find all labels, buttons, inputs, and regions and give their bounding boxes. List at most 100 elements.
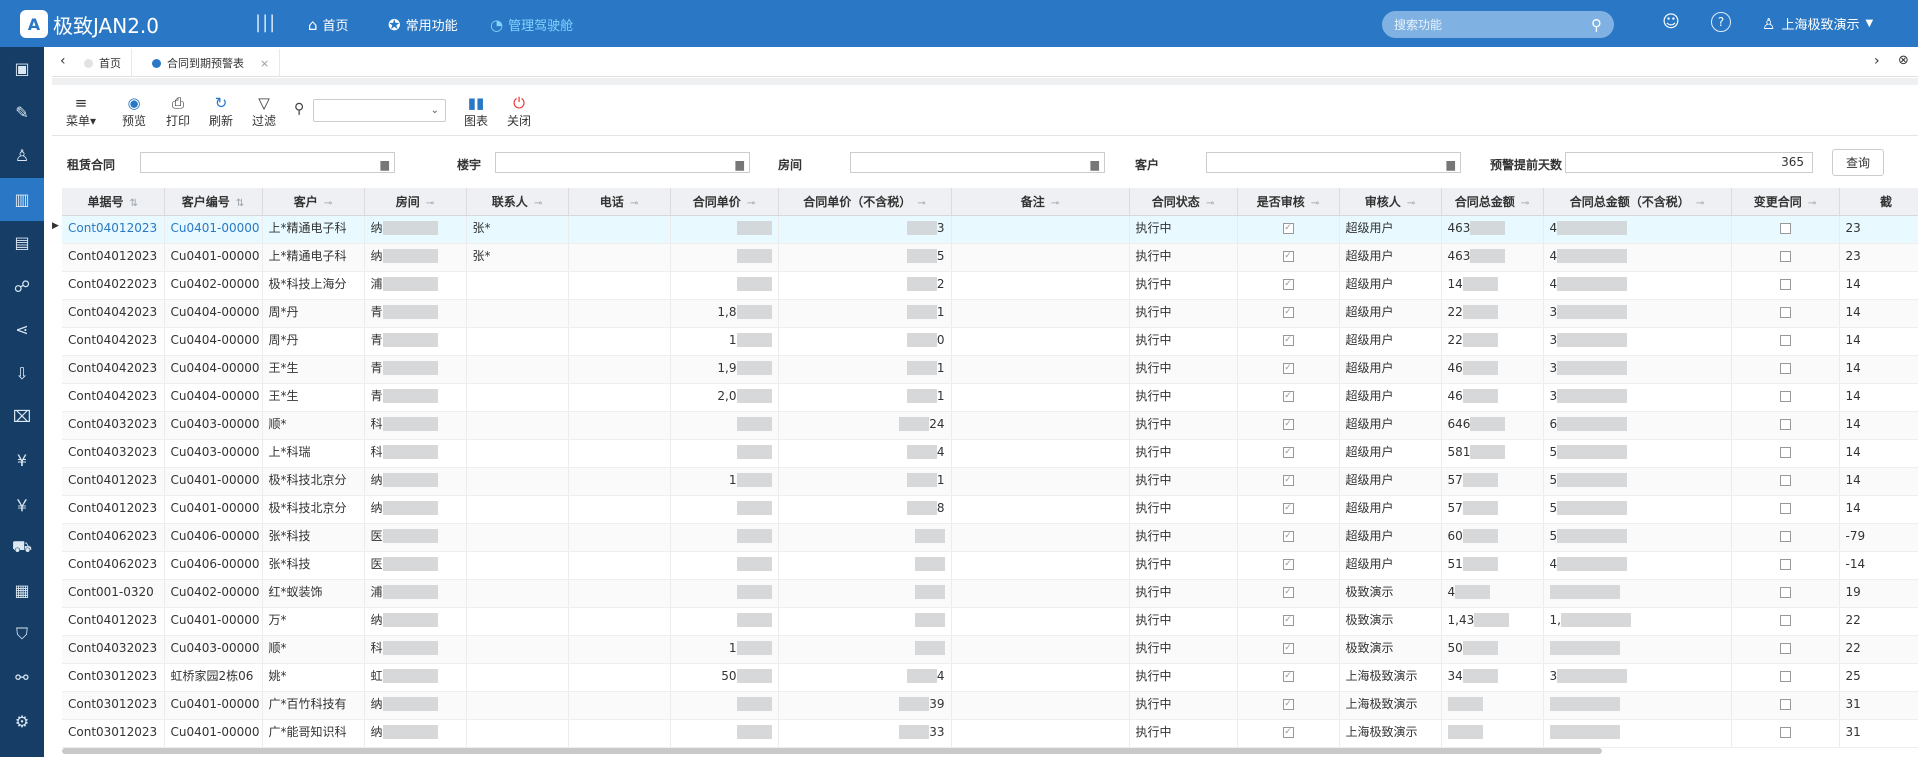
menu-toggle-icon[interactable]: |||: [255, 12, 276, 33]
query-button[interactable]: 查询: [1832, 149, 1884, 176]
audited-checkbox[interactable]: ✓: [1282, 474, 1294, 486]
quick-search-select[interactable]: ⌄: [313, 99, 446, 122]
menu-button[interactable]: ≡ 菜单▾: [66, 94, 96, 129]
audited-checkbox[interactable]: ✓: [1282, 726, 1294, 738]
column-menu-icon[interactable]: ⊸: [534, 198, 542, 209]
audited-checkbox[interactable]: ✓: [1282, 530, 1294, 542]
changed-contract-checkbox[interactable]: [1779, 278, 1791, 290]
folder-icon[interactable]: ▆: [736, 155, 744, 174]
changed-contract-checkbox[interactable]: [1779, 222, 1791, 234]
user-menu[interactable]: ♙ 上海极致演示 ▼: [1762, 14, 1873, 34]
table-row[interactable]: Cont001-0320 Cu0402-00000 红*蚁装饰 浦 执行中 ✓ 极致演示 4 1…: [62, 579, 1918, 608]
column-header[interactable]: 截: [1839, 188, 1918, 216]
table-row[interactable]: Cont04042023 Cu0404-00000 周*丹 青 1 0 执行中 ✓ 超级用户 22…: [62, 327, 1918, 356]
table-row[interactable]: Cont04032023 Cu0403-00000 上*科瑞 科 4 执行中 ✓ 超级用户 58…: [62, 439, 1918, 468]
column-menu-icon[interactable]: ⊸: [747, 198, 755, 209]
column-header[interactable]: 联系人 ⊸: [466, 188, 569, 216]
changed-contract-checkbox[interactable]: [1779, 558, 1791, 570]
changed-contract-checkbox[interactable]: [1779, 446, 1791, 458]
audited-checkbox[interactable]: ✓: [1282, 670, 1294, 682]
table-row[interactable]: Cont04062023 Cu0406-00000 张*科技 医 执行中 ✓ 超级用户 51 4…: [62, 551, 1918, 580]
table-row[interactable]: Cont04062023 Cu0406-00000 张*科技 医 执行中 ✓ 超级用户 60 5…: [62, 523, 1918, 552]
sort-icon[interactable]: ⇅: [130, 198, 138, 209]
changed-contract-checkbox[interactable]: [1779, 698, 1791, 710]
column-header[interactable]: 电话 ⊸: [568, 188, 671, 216]
changed-contract-checkbox[interactable]: [1779, 502, 1791, 514]
tab-home[interactable]: 首页: [74, 49, 132, 77]
table-row[interactable]: Cont03012023 Cu0401-00000 广*百竹科技有 纳 39 执行中 ✓ 上海…: [62, 691, 1918, 720]
column-header[interactable]: 变更合同 ⊸: [1731, 188, 1840, 216]
close-button[interactable]: ⏻ 关闭: [507, 94, 531, 129]
column-menu-icon[interactable]: ⊸: [917, 198, 925, 209]
help-icon[interactable]: ?: [1711, 12, 1731, 32]
changed-contract-checkbox[interactable]: [1779, 642, 1791, 654]
changed-contract-checkbox[interactable]: [1779, 614, 1791, 626]
table-row[interactable]: Cont04012023 Cu0401-00000 万* 纳 执行中 ✓ 极致演示 1,43 1…: [62, 607, 1918, 636]
table-row[interactable]: Cont04012023 Cu0401-00000 上*精通电子科 纳 张* 5 执行中 ✓ 超…: [62, 243, 1918, 272]
changed-contract-checkbox[interactable]: [1779, 474, 1791, 486]
table-row[interactable]: Cont04032023 Cu0403-00000 顺* 科 1 执行中 ✓ 极致演示 50 22: [62, 635, 1918, 664]
table-row[interactable]: Cont04022023 Cu0402-00000 极*科技上海分 浦 2 执行中 ✓ 超级用…: [62, 271, 1918, 300]
horizontal-scrollbar[interactable]: [62, 748, 1602, 754]
column-header[interactable]: 单据号 ⇅: [62, 188, 165, 216]
audited-checkbox[interactable]: ✓: [1282, 418, 1294, 430]
refresh-button[interactable]: ↻ 刷新: [209, 94, 233, 129]
changed-contract-checkbox[interactable]: [1779, 362, 1791, 374]
download-icon[interactable]: ⇩: [0, 352, 44, 396]
folder-icon[interactable]: ▆: [1091, 155, 1099, 174]
table-row[interactable]: Cont04042023 Cu0404-00000 王*生 青 2,0 1 执行中 ✓ 超级用户…: [62, 383, 1918, 412]
column-header[interactable]: 备注 ⊸: [951, 188, 1130, 216]
column-menu-icon[interactable]: ⊸: [630, 198, 638, 209]
folder-icon[interactable]: ▆: [381, 155, 389, 174]
column-header[interactable]: 房间 ⊸: [364, 188, 467, 216]
filter-button[interactable]: ▽ 过滤: [252, 94, 276, 129]
audited-checkbox[interactable]: ✓: [1282, 586, 1294, 598]
nav-common-functions[interactable]: ✪ 常用功能: [388, 15, 458, 35]
column-header[interactable]: 客户编号 ⇅: [164, 188, 263, 216]
changed-contract-checkbox[interactable]: [1779, 334, 1791, 346]
column-menu-icon[interactable]: ⊸: [426, 198, 434, 209]
column-menu-icon[interactable]: ⊸: [1407, 198, 1415, 209]
search-icon[interactable]: ⚲: [1591, 16, 1602, 34]
changed-contract-checkbox[interactable]: [1779, 530, 1791, 542]
table-row[interactable]: Cont04012023 Cu0401-00000 上*精通电子科 纳 张* 3 执行中 ✓ 超…: [62, 215, 1918, 244]
column-header[interactable]: 审核人 ⊸: [1339, 188, 1442, 216]
customer-input[interactable]: ▆: [1206, 152, 1461, 173]
table-row[interactable]: Cont03012023 虹桥家园2栋06 姚* 虹 50 4 执行中 ✓ 上海极致演示 34 3 2…: [62, 663, 1918, 692]
changed-contract-checkbox[interactable]: [1779, 586, 1791, 598]
tab-scroll-left-icon[interactable]: ‹: [60, 53, 66, 69]
column-menu-icon[interactable]: ⊸: [1206, 198, 1214, 209]
column-header[interactable]: 合同单价（不含税） ⊸: [778, 188, 952, 216]
tab-scroll-right-icon[interactable]: ›: [1874, 53, 1880, 69]
column-header[interactable]: 合同状态 ⊸: [1129, 188, 1238, 216]
preview-button[interactable]: ◉ 预览: [122, 94, 146, 129]
changed-contract-checkbox[interactable]: [1779, 250, 1791, 262]
room-input[interactable]: ▆: [850, 152, 1105, 173]
audited-checkbox[interactable]: ✓: [1282, 334, 1294, 346]
search-input[interactable]: [1394, 17, 1574, 32]
car-icon[interactable]: ⛟: [0, 526, 44, 570]
chart-button[interactable]: ▮▮ 图表: [464, 94, 488, 129]
people-icon[interactable]: ☍: [0, 265, 44, 309]
audited-checkbox[interactable]: ✓: [1282, 278, 1294, 290]
audited-checkbox[interactable]: ✓: [1282, 250, 1294, 262]
table-row[interactable]: Cont03012023 Cu0401-00000 广*能哥知识科 纳 33 执行中 ✓ 上海…: [62, 719, 1918, 748]
column-menu-icon[interactable]: ⊸: [1311, 198, 1319, 209]
app-logo[interactable]: A 极致JAN2.0: [20, 10, 159, 38]
column-header[interactable]: 是否审核 ⊸: [1237, 188, 1340, 216]
robot-icon[interactable]: ☺: [1661, 12, 1681, 32]
tab-contract-expiry-warning[interactable]: 合同到期预警表 ×: [142, 49, 281, 77]
table-row[interactable]: Cont04012023 Cu0401-00000 极*科技北京分 纳 1 1 执行中 ✓ 超级…: [62, 467, 1918, 496]
contract-icon[interactable]: ▤: [0, 221, 44, 265]
nav-management-cockpit[interactable]: ◔ 管理驾驶舱: [490, 15, 573, 35]
edit-icon[interactable]: ✎: [0, 91, 44, 135]
report-icon[interactable]: ▦: [0, 569, 44, 613]
share-icon[interactable]: ⋖: [0, 308, 44, 352]
audited-checkbox[interactable]: ✓: [1282, 558, 1294, 570]
link-icon[interactable]: ⚯: [0, 656, 44, 700]
print-button[interactable]: ⎙ 打印: [166, 94, 190, 129]
column-menu-icon[interactable]: ⊸: [1521, 198, 1529, 209]
audited-checkbox[interactable]: ✓: [1282, 362, 1294, 374]
warning-days-input[interactable]: 365: [1565, 152, 1813, 173]
table-row[interactable]: Cont04032023 Cu0403-00000 顺* 科 24 执行中 ✓ 超级用户 646…: [62, 411, 1918, 440]
